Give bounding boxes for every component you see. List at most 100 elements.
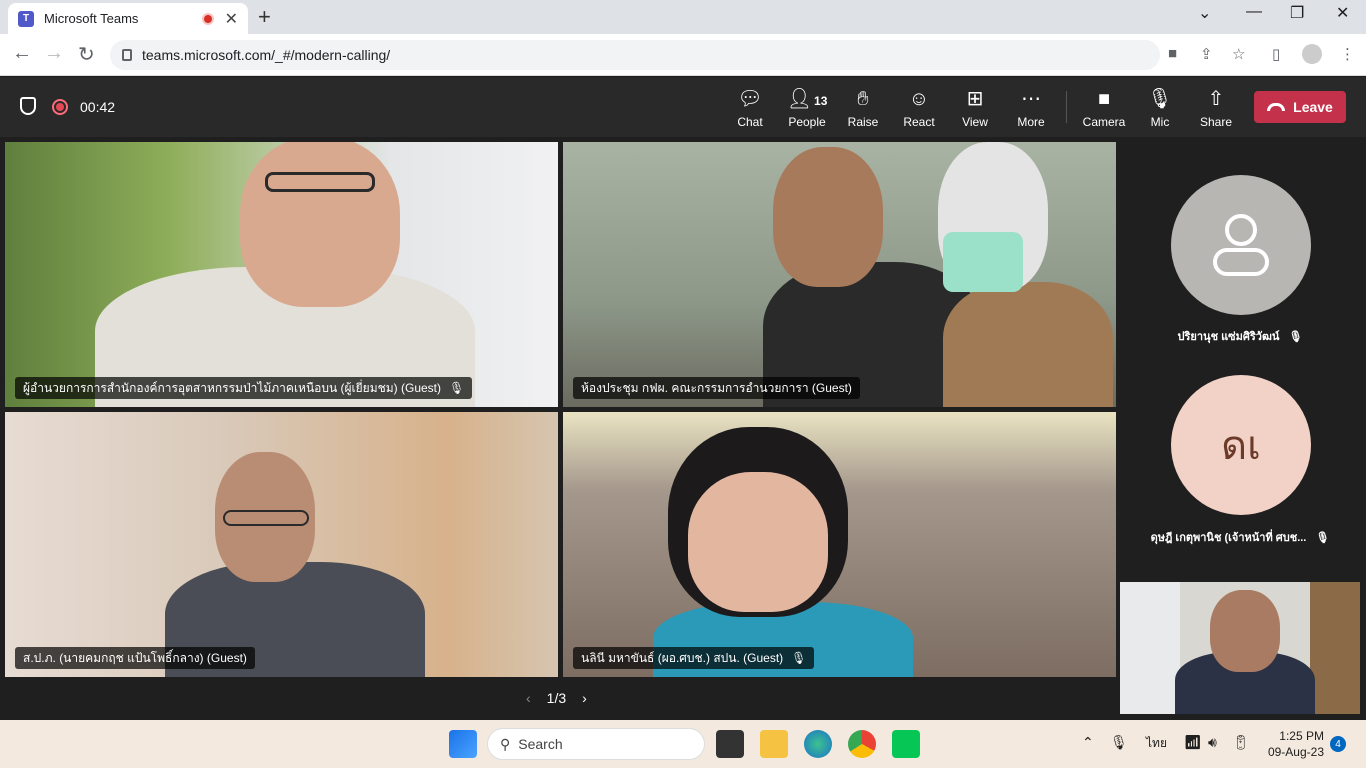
people-count: 13 [814,94,828,108]
mic-muted-icon: 🎙︎ [449,381,465,395]
person-placeholder-icon [1213,214,1269,276]
participant-video [943,282,1113,407]
task-view-icon[interactable] [716,730,744,758]
meeting-control-bar: 00:42 💬︎ Chat 👤︎ 13 People ✋︎ Raise ☺ Rea… [0,77,1366,137]
meeting-timer: 00:42 [80,99,116,115]
page-indicator: 1/3 [546,690,567,706]
edge-browser-icon[interactable] [804,730,832,758]
volume-icon[interactable]: 🔊︎ [1208,734,1217,751]
participant-avatar[interactable] [1171,175,1311,315]
mic-muted-icon: 🎙︎ [1147,88,1173,110]
face-mask [943,232,1023,292]
profile-avatar[interactable] [1302,44,1322,64]
mic-muted-icon: 🎙︎ [791,651,807,665]
restore-button[interactable]: ❐ [1290,3,1304,23]
glasses [265,172,375,192]
participant-nametag: นลินี มหาขันธ์ (ผอ.ศบช.) สปน. (Guest) 🎙︎ [573,647,815,669]
recording-indicator-icon [202,13,214,25]
address-bar-row: ← → ↻ teams.microsoft.com/_#/modern-call… [0,34,1366,76]
url-text: teams.microsoft.com/_#/modern-calling/ [142,47,391,63]
participant-avatar[interactable]: ดเ [1171,375,1311,515]
smiley-icon: ☺ [908,88,930,110]
participant-nametag: ห้องประชุม กฟผ. คณะกรรมการอำนวยการา (Gue… [573,377,860,399]
show-hidden-icons-icon[interactable]: ⌃ [1082,734,1094,751]
window-close-button[interactable]: ✕ [1336,3,1349,23]
chat-button[interactable]: 💬︎ Chat [722,87,778,129]
raise-hand-button[interactable]: ✋︎ Raise [835,87,891,129]
battery-icon[interactable]: 🔋︎ [1232,734,1250,751]
search-icon: ⚲ [500,735,511,752]
people-button[interactable]: 👤︎ 13 People [779,87,835,129]
video-stage: ผู้อำนวยการการสำนักองค์การอุตสาหกรรมป่าไ… [0,137,1366,720]
recording-icon [52,99,68,115]
close-tab-icon[interactable]: ✕ [225,9,238,29]
participant-name: ปริยานุช แซ่มศิริวัฒน์ 🎙︎ [1177,331,1303,343]
tab-search-icon[interactable]: ⌄ [1198,3,1211,23]
self-view-video[interactable] [1120,582,1360,714]
leave-button[interactable]: Leave [1254,91,1346,123]
back-icon[interactable]: ← [12,42,32,65]
grid-view-icon: ⊞ [966,88,984,110]
forward-icon[interactable]: → [44,42,64,65]
notification-badge[interactable]: 4 [1330,736,1346,752]
glasses [223,510,309,526]
background-shelf [1120,582,1180,714]
share-page-icon[interactable]: ⇪ [1200,45,1213,63]
shield-icon[interactable] [20,97,36,115]
hand-icon: ✋︎ [857,88,869,110]
share-upload-icon: ⇧ [1207,88,1225,110]
windows-start-icon[interactable] [449,730,477,758]
clock-time: 1:25 PM [1279,729,1324,743]
taskbar-clock[interactable]: 1:25 PM 09-Aug-23 [1258,728,1324,760]
video-camera-icon: ■ [1097,88,1111,110]
new-tab-button[interactable]: + [258,4,271,30]
teams-logo-icon: T [18,10,34,27]
participant-nametag: ส.ป.ภ. (นายคมกฤช แป้นโพธิ์กลาง) (Guest) [15,647,255,669]
react-button[interactable]: ☺ React [891,87,947,129]
more-dots-icon: ⋯ [1021,88,1041,110]
browser-menu-icon[interactable]: ⋮ [1340,45,1355,63]
bookmark-star-icon[interactable]: ☆ [1232,45,1245,63]
tab-title: Microsoft Teams [44,11,139,26]
view-button[interactable]: ⊞ View [947,87,1003,129]
chat-icon: 💬︎ [737,88,763,110]
browser-tab[interactable]: T Microsoft Teams ✕ [8,3,248,34]
reload-icon[interactable]: ↻ [78,42,95,67]
minimize-button[interactable]: — [1246,3,1262,21]
side-panel-icon[interactable]: ▯ [1272,45,1280,63]
video-tile[interactable]: นลินี มหาขันธ์ (ผอ.ศบช.) สปน. (Guest) 🎙︎ [563,412,1116,677]
clock-date: 09-Aug-23 [1267,745,1324,759]
participant-nametag: ผู้อำนวยการการสำนักองค์การอุตสาหกรรมป่าไ… [15,377,473,399]
participant-name: ดุษฎี เกตุพานิช (เจ้าหน้าที่ ศบช... 🎙︎ [1150,532,1330,544]
share-button[interactable]: ⇧ Share [1188,87,1244,129]
taskbar-search[interactable]: ⚲ Search [487,728,705,760]
mic-button[interactable]: 🎙︎ Mic [1132,87,1188,129]
next-page-icon[interactable]: › [582,690,587,706]
previous-page-icon[interactable]: ‹ [526,690,531,706]
participant-face [773,147,883,287]
video-tile[interactable]: ผู้อำนวยการการสำนักองค์การอุตสาหกรรมป่าไ… [5,142,558,407]
hang-up-icon [1267,103,1286,111]
participant-face [240,142,400,307]
more-button[interactable]: ⋯ More [1003,87,1059,129]
windows-taskbar: ⚲ Search ⌃ 🎙︎ ไทย 📶︎ 🔊︎ 🔋︎ 1:25 PM 09-Au… [0,720,1366,768]
camera-permission-icon[interactable]: ■ [1168,45,1177,62]
mic-muted-icon: 🎙︎ [1315,532,1330,544]
chrome-browser-icon[interactable] [848,730,876,758]
input-language[interactable]: ไทย [1146,734,1167,753]
browser-tab-bar: T Microsoft Teams ✕ + ⌄ — ❐ ✕ [0,0,1366,34]
wifi-icon[interactable]: 📶︎ [1184,734,1202,751]
file-explorer-icon[interactable] [760,730,788,758]
microphone-icon[interactable]: 🎙︎ [1110,734,1128,751]
camera-button[interactable]: ■ Camera [1076,87,1132,129]
video-tile[interactable]: ห้องประชุม กฟผ. คณะกรรมการอำนวยการา (Gue… [563,142,1116,407]
avatar-initials: ดเ [1221,424,1261,468]
mic-muted-icon: 🎙︎ [1288,331,1303,343]
line-app-icon[interactable] [892,730,920,758]
participant-face [1210,590,1280,672]
lock-icon [122,49,132,61]
video-tile[interactable]: ส.ป.ภ. (นายคมกฤช แป้นโพธิ์กลาง) (Guest) [5,412,558,677]
gallery-pager: ‹ 1/3 › [526,690,587,706]
background-cabinet [1310,582,1360,714]
url-field[interactable]: teams.microsoft.com/_#/modern-calling/ [110,40,1160,70]
